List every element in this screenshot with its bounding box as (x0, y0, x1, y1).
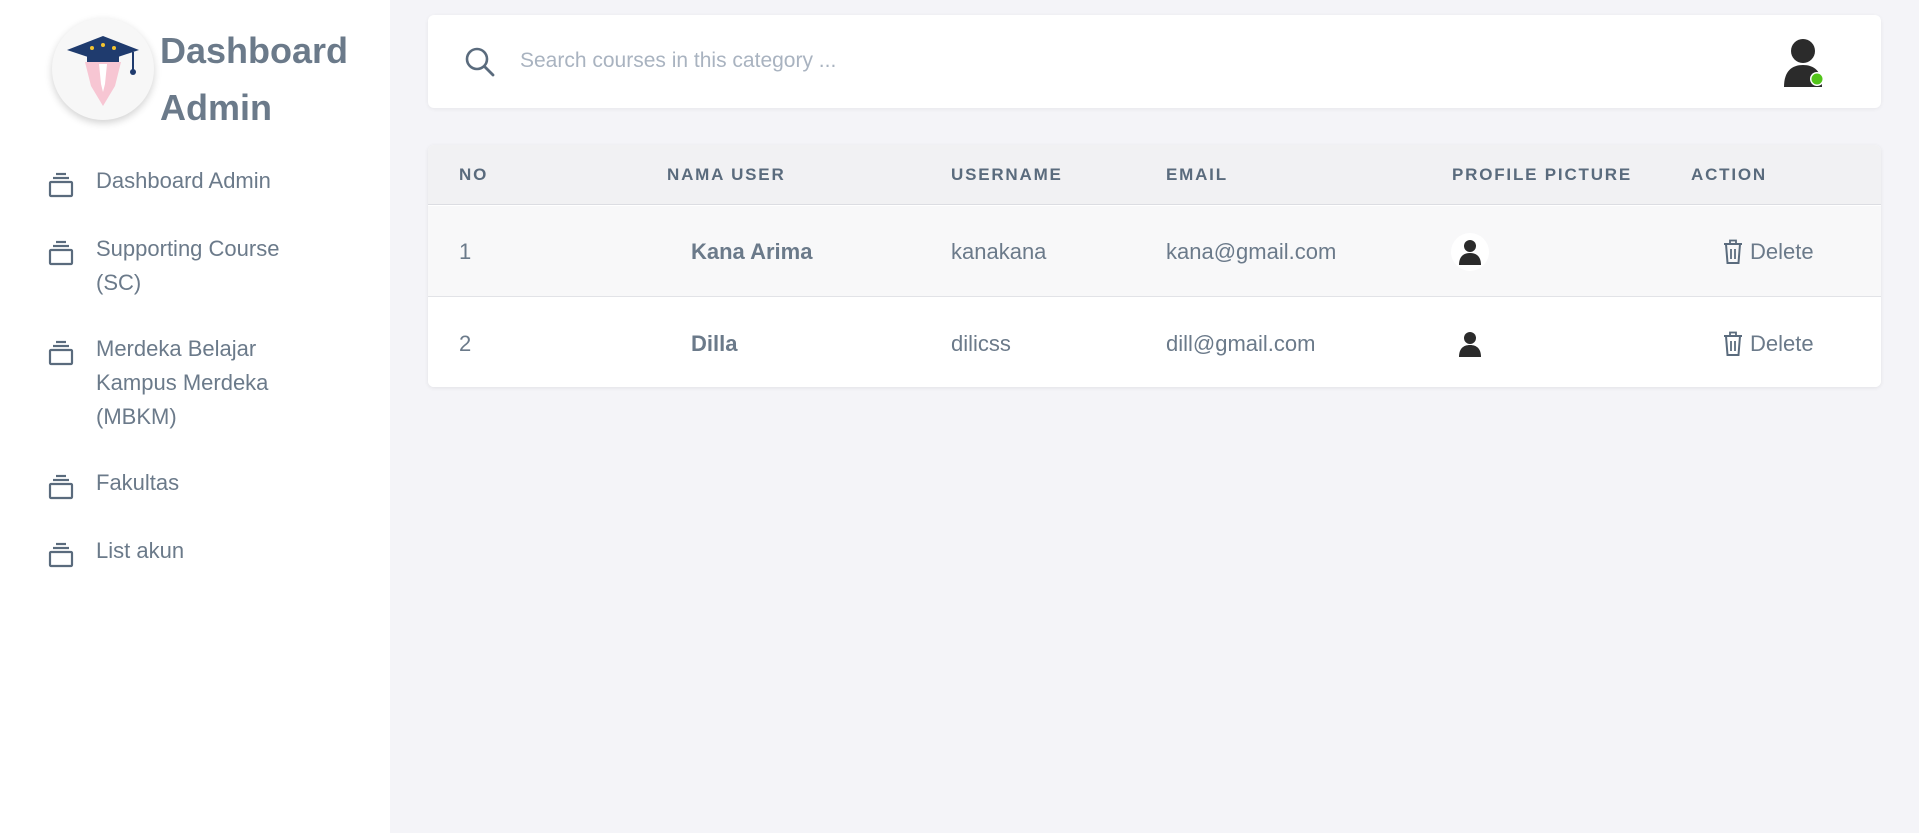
delete-label: Delete (1750, 330, 1814, 356)
search-icon[interactable] (464, 46, 496, 78)
cell-username: kanakana (951, 239, 1047, 264)
stack-icon (48, 542, 74, 568)
table-row: 2 Dilla dilicss dill@gmail.com Delete (428, 298, 1881, 387)
sidebar-item-label: Merdeka Belajar Kampus Merdeka (MBKM) (96, 336, 269, 429)
online-status-dot (1811, 73, 1823, 85)
users-table: NO NAMA USER USERNAME EMAIL PROFILE PICT… (428, 145, 1881, 387)
app-root: Dashboard Admin Dashboard Admin Supporti… (0, 0, 1919, 833)
profile-picture (1451, 233, 1489, 271)
column-header-profile-picture[interactable]: PROFILE PICTURE (1452, 145, 1632, 205)
table-row: 1 Kana Arima kanakana kana@gmail.com Del (428, 206, 1881, 297)
cell-no: 2 (459, 331, 472, 356)
sidebar-item-label: List akun (96, 538, 185, 563)
stack-icon (48, 474, 74, 500)
profile-picture (1451, 325, 1489, 363)
column-header-username[interactable]: USERNAME (951, 145, 1063, 205)
brand-title: Dashboard Admin (160, 30, 349, 128)
table-header: NO NAMA USER USERNAME EMAIL PROFILE PICT… (428, 145, 1881, 205)
sidebar: Dashboard Admin Dashboard Admin Supporti… (0, 0, 390, 833)
cell-no: 1 (459, 239, 472, 264)
delete-label: Delete (1750, 238, 1814, 264)
delete-button[interactable]: Delete (1722, 206, 1814, 297)
user-icon (1459, 240, 1481, 265)
search-input[interactable] (520, 39, 1620, 83)
column-header-action: ACTION (1691, 165, 1767, 184)
cell-name: Dilla (691, 331, 738, 356)
sidebar-item-list-akun[interactable]: List akun (46, 534, 366, 570)
sidebar-item-label: Fakultas (96, 470, 180, 495)
column-header-nama-user[interactable]: NAMA USER (667, 145, 786, 205)
stack-icon (48, 172, 74, 198)
trash-icon (1724, 331, 1742, 356)
sidebar-nav: Dashboard Admin Supporting Course (SC) M… (46, 164, 366, 602)
stack-icon (48, 240, 74, 266)
sidebar-item-dashboard-admin[interactable]: Dashboard Admin (46, 164, 366, 200)
trash-icon (1724, 239, 1742, 264)
cell-name: Kana Arima (691, 239, 813, 264)
graduation-logo-icon (67, 36, 139, 106)
user-avatar-button[interactable] (1780, 35, 1834, 89)
logo (52, 18, 154, 120)
delete-button[interactable]: Delete (1722, 298, 1814, 387)
brand[interactable]: Dashboard Admin (52, 18, 360, 136)
column-header-no[interactable]: NO (459, 145, 488, 205)
user-icon (1784, 39, 1824, 87)
sidebar-item-fakultas[interactable]: Fakultas (46, 466, 366, 502)
user-icon (1459, 332, 1481, 357)
cell-email: dill@gmail.com (1166, 331, 1316, 356)
cell-email: kana@gmail.com (1166, 239, 1337, 264)
stack-icon (48, 340, 74, 366)
sidebar-item-label: Supporting Course (SC) (96, 236, 280, 295)
sidebar-item-supporting-course[interactable]: Supporting Course (SC) (46, 232, 366, 300)
sidebar-item-mbkm[interactable]: Merdeka Belajar Kampus Merdeka (MBKM) (46, 332, 366, 434)
cell-username: dilicss (951, 331, 1011, 356)
search-bar (428, 15, 1881, 108)
column-header-email[interactable]: EMAIL (1166, 145, 1228, 205)
sidebar-item-label: Dashboard Admin (96, 168, 271, 193)
